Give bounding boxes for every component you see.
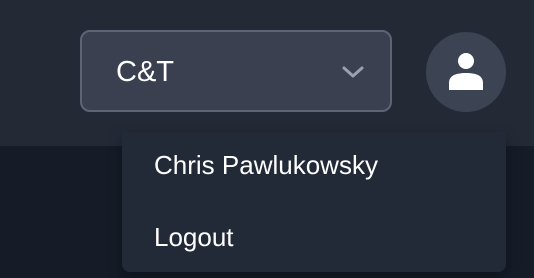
page: C&T Chris Pawlukowsky Logout <box>0 0 534 278</box>
organization-select-value: C&T <box>116 56 174 88</box>
logout-menu-item[interactable]: Logout <box>154 222 234 252</box>
header-bar: C&T <box>0 0 534 146</box>
organization-select[interactable]: C&T <box>80 30 392 112</box>
user-icon <box>449 53 483 90</box>
user-dropdown-menu: Chris Pawlukowsky Logout <box>122 132 506 272</box>
chevron-down-icon <box>342 66 364 78</box>
user-avatar-button[interactable] <box>426 32 506 112</box>
menu-user-name: Chris Pawlukowsky <box>154 150 378 180</box>
